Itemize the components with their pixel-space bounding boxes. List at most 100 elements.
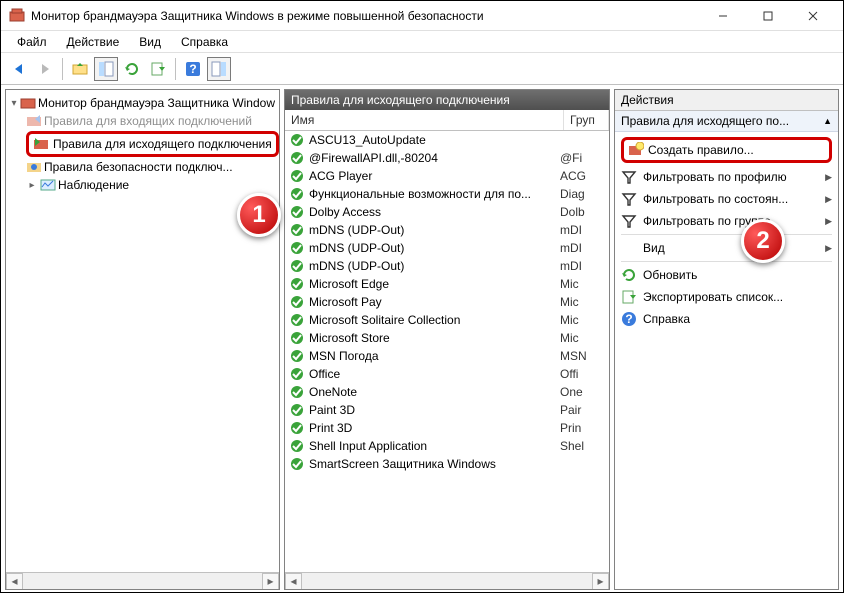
rule-group: @Fi xyxy=(560,151,605,165)
scroll-right-icon[interactable]: ▸ xyxy=(592,573,609,590)
action-label: Экспортировать список... xyxy=(643,290,832,304)
rule-row[interactable]: mDNS (UDP-Out) mDI xyxy=(285,239,609,257)
rule-row[interactable]: SmartScreen Защитника Windows xyxy=(285,455,609,473)
tree-security-rules[interactable]: Правила безопасности подключ... xyxy=(8,158,277,176)
forward-button[interactable] xyxy=(33,57,57,81)
refresh-icon[interactable] xyxy=(120,57,144,81)
export-icon[interactable] xyxy=(146,57,170,81)
rule-row[interactable]: Microsoft Edge Mic xyxy=(285,275,609,293)
rule-row[interactable]: Shell Input Application Shel xyxy=(285,437,609,455)
collapse-icon[interactable]: ▲ xyxy=(823,116,832,126)
window-title: Монитор брандмауэра Защитника Windows в … xyxy=(31,9,700,23)
actions-subtitle: Правила для исходящего по... ▲ xyxy=(615,111,838,132)
chevron-right-icon: ▶ xyxy=(825,216,832,227)
col-name-header[interactable]: Имя xyxy=(285,110,564,130)
rule-row[interactable]: Print 3D Prin xyxy=(285,419,609,437)
col-group-header[interactable]: Груп xyxy=(564,110,609,130)
action-фильтровать-по-группе[interactable]: Фильтровать по группе ▶ xyxy=(617,210,836,232)
action-создать-правило-[interactable]: Создать правило... xyxy=(617,134,836,166)
action-обновить[interactable]: Обновить xyxy=(617,264,836,286)
rule-name: ASCU13_AutoUpdate xyxy=(309,133,560,147)
maximize-button[interactable] xyxy=(745,2,790,30)
filter-icon xyxy=(621,169,637,185)
rule-row[interactable]: Microsoft Pay Mic xyxy=(285,293,609,311)
rule-group: mDI xyxy=(560,241,605,255)
tree-outbound-rules[interactable]: Правила для исходящего подключения xyxy=(8,130,277,158)
help-icon[interactable]: ? xyxy=(181,57,205,81)
refresh-icon xyxy=(621,267,637,283)
rule-group: Diag xyxy=(560,187,605,201)
tree-monitoring[interactable]: ▸ Наблюдение xyxy=(8,176,277,194)
allow-icon xyxy=(289,186,305,202)
rule-group: Offi xyxy=(560,367,605,381)
tree-hscroll[interactable]: ◂ ▸ xyxy=(6,572,279,589)
rule-row[interactable]: Office Offi xyxy=(285,365,609,383)
action-label: Фильтровать по состоян... xyxy=(643,192,819,206)
action-label: Создать правило... xyxy=(648,143,825,157)
filter-icon xyxy=(621,191,637,207)
rule-name: Microsoft Pay xyxy=(309,295,560,309)
chevron-right-icon: ▶ xyxy=(825,243,832,254)
rule-row[interactable]: @FirewallAPI.dll,-80204 @Fi xyxy=(285,149,609,167)
action-вид[interactable]: Вид ▶ xyxy=(617,237,836,259)
allow-icon xyxy=(289,168,305,184)
rule-row[interactable]: mDNS (UDP-Out) mDI xyxy=(285,257,609,275)
nav-tree: ▾ Монитор брандмауэра Защитника Window П… xyxy=(6,90,279,572)
rule-row[interactable]: Dolby Access Dolb xyxy=(285,203,609,221)
tree-view-icon[interactable] xyxy=(94,57,118,81)
action-фильтровать-по-состоян-[interactable]: Фильтровать по состоян... ▶ xyxy=(617,188,836,210)
rule-name: SmartScreen Защитника Windows xyxy=(309,457,560,471)
collapse-icon[interactable]: ▾ xyxy=(10,98,18,109)
title-bar: Монитор брандмауэра Защитника Windows в … xyxy=(1,1,843,31)
action-фильтровать-по-профилю[interactable]: Фильтровать по профилю ▶ xyxy=(617,166,836,188)
tree-root[interactable]: ▾ Монитор брандмауэра Защитника Window xyxy=(8,94,277,112)
rule-group: Dolb xyxy=(560,205,605,219)
rule-row[interactable]: mDNS (UDP-Out) mDI xyxy=(285,221,609,239)
rule-row[interactable]: Функциональные возможности для по... Dia… xyxy=(285,185,609,203)
menu-view[interactable]: Вид xyxy=(129,33,171,51)
rule-list: ASCU13_AutoUpdate @FirewallAPI.dll,-8020… xyxy=(285,131,609,572)
rule-group: Shel xyxy=(560,439,605,453)
rule-group: ACG xyxy=(560,169,605,183)
scroll-right-icon[interactable]: ▸ xyxy=(262,573,279,590)
rule-row[interactable]: ACG Player ACG xyxy=(285,167,609,185)
close-button[interactable] xyxy=(790,2,835,30)
back-button[interactable] xyxy=(7,57,31,81)
menu-bar: Файл Действие Вид Справка xyxy=(1,31,843,53)
rule-row[interactable]: OneNote One xyxy=(285,383,609,401)
tree-monitoring-label: Наблюдение xyxy=(58,178,129,192)
action-справка[interactable]: ? Справка xyxy=(617,308,836,330)
firewall-icon xyxy=(20,95,36,111)
rule-name: Office xyxy=(309,367,560,381)
minimize-button[interactable] xyxy=(700,2,745,30)
actions-list: Создать правило... Фильтровать по профил… xyxy=(615,132,838,332)
rule-row[interactable]: Microsoft Solitaire Collection Mic xyxy=(285,311,609,329)
menu-action[interactable]: Действие xyxy=(57,33,130,51)
allow-icon xyxy=(289,294,305,310)
folder-up-icon[interactable] xyxy=(68,57,92,81)
scroll-left-icon[interactable]: ◂ xyxy=(285,573,302,590)
rule-row[interactable]: Paint 3D Pair xyxy=(285,401,609,419)
rule-name: Paint 3D xyxy=(309,403,560,417)
action-pane-icon[interactable] xyxy=(207,57,231,81)
expand-icon[interactable]: ▸ xyxy=(26,180,38,191)
allow-icon xyxy=(289,204,305,220)
rule-group: Mic xyxy=(560,277,605,291)
menu-help[interactable]: Справка xyxy=(171,33,238,51)
rule-name: Microsoft Edge xyxy=(309,277,560,291)
rule-name: @FirewallAPI.dll,-80204 xyxy=(309,151,560,165)
menu-file[interactable]: Файл xyxy=(7,33,57,51)
scroll-left-icon[interactable]: ◂ xyxy=(6,573,23,590)
rules-hscroll[interactable]: ◂ ▸ xyxy=(285,572,609,589)
rule-name: mDNS (UDP-Out) xyxy=(309,259,560,273)
actions-panel-title: Действия xyxy=(615,90,838,111)
tree-inbound-rules[interactable]: Правила для входящих подключений xyxy=(8,112,277,130)
action-label: Вид xyxy=(643,241,819,255)
rule-row[interactable]: Microsoft Store Mic xyxy=(285,329,609,347)
monitoring-icon xyxy=(40,177,56,193)
rule-row[interactable]: MSN Погода MSN xyxy=(285,347,609,365)
allow-icon xyxy=(289,420,305,436)
action-экспортировать-список-[interactable]: Экспортировать список... xyxy=(617,286,836,308)
rule-row[interactable]: ASCU13_AutoUpdate xyxy=(285,131,609,149)
rule-name: MSN Погода xyxy=(309,349,560,363)
